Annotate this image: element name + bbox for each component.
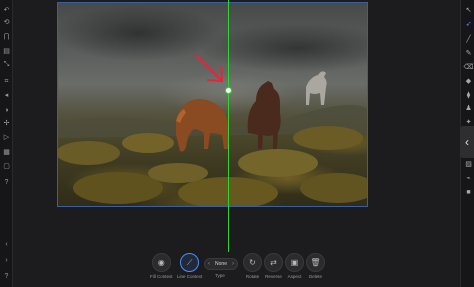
grid-icon[interactable]: ▦ [2,148,11,157]
annotation-arrow [195,54,224,83]
eraser-tool-icon[interactable]: ⌫ [464,63,474,72]
fill-context-label: Fill Context [150,274,173,279]
chevron-left-icon: ‹ [465,135,469,149]
reverse-icon: ⇄ [264,253,283,272]
smudge-tool-icon[interactable]: ⧫ [464,91,473,100]
vertical-guide-line[interactable] [228,0,229,252]
move-tool-icon[interactable]: ↖ [464,6,473,15]
crop-icon[interactable]: ⌗ [2,77,11,86]
pencil-tool-icon[interactable]: ✎ [464,49,473,58]
photo-scene [58,71,367,206]
gradient-tool-icon[interactable]: ▨ [464,160,473,169]
fill-context-button[interactable]: ◉ Fill Context [150,253,173,279]
transform-icon[interactable]: ✢ [2,119,11,128]
reverse-label: Reverse [265,274,282,279]
scale-icon[interactable]: ⤡ [2,60,11,69]
guide-handle[interactable] [225,87,232,94]
delete-button[interactable]: 🗑 Delete [306,253,325,279]
chevron-left-icon[interactable]: ‹ [208,261,210,267]
color-swatch-icon[interactable]: ■ [464,188,473,197]
brush-tool-icon[interactable]: ╱ [464,35,473,44]
history-icon[interactable]: ⟲ [2,18,11,27]
delete-label: Delete [308,274,322,279]
chevron-right-icon[interactable]: › [232,261,234,267]
rotate-icon: ↻ [243,253,262,272]
pointer-tool-icon[interactable]: ➶ [464,20,473,29]
adjust-icon[interactable]: ◑ [2,106,11,115]
help-icon[interactable]: ? [2,178,11,187]
layers-icon[interactable]: ▤ [2,47,11,56]
fill-context-icon: ◉ [151,253,171,272]
chevron-left-icon[interactable]: ‹ [2,240,11,249]
context-toolbar: ◉ Fill Context ⟋ Line Context ↻ Rotate ⇄… [0,252,474,287]
aspect-button[interactable]: ▣ Aspect [285,253,304,279]
volume-icon[interactable]: ◂ [2,91,11,100]
aspect-label: Aspect [287,274,302,279]
trash-icon: 🗑 [306,253,325,272]
fill-tool-icon[interactable]: ◆ [464,77,473,86]
rotate-label: Rotate [245,274,260,279]
document-icon[interactable]: ▢ [2,162,11,171]
collapse-panel-tab[interactable]: ‹ [460,126,474,158]
aspect-icon: ▣ [285,253,304,272]
type-label: Type [215,273,225,278]
reverse-button[interactable]: ⇄ Reverse [264,253,283,279]
play-icon[interactable]: ▷ [2,133,11,142]
eyedropper-tool-icon[interactable]: ⌁ [464,174,473,183]
magnet-icon[interactable]: ⋂ [2,32,11,41]
stamp-tool-icon[interactable]: ♟ [464,104,473,113]
line-context-button[interactable]: ⟋ Line Context [177,253,202,279]
left-toolbar: ↶ ⟲ ⋂ ▤ ⤡ ⌗ ◂ ◑ ✢ ▷ ▦ ▢ ? ‹ › ? [0,0,13,287]
line-context-icon: ⟋ [180,253,200,272]
rotate-button[interactable]: ↻ Rotate [243,253,262,279]
document-canvas[interactable] [57,2,368,207]
type-selector[interactable]: ‹ None › [204,258,238,270]
line-context-label: Line Context [177,274,203,279]
type-value: None [215,261,227,267]
undo-icon[interactable]: ↶ [2,6,11,15]
